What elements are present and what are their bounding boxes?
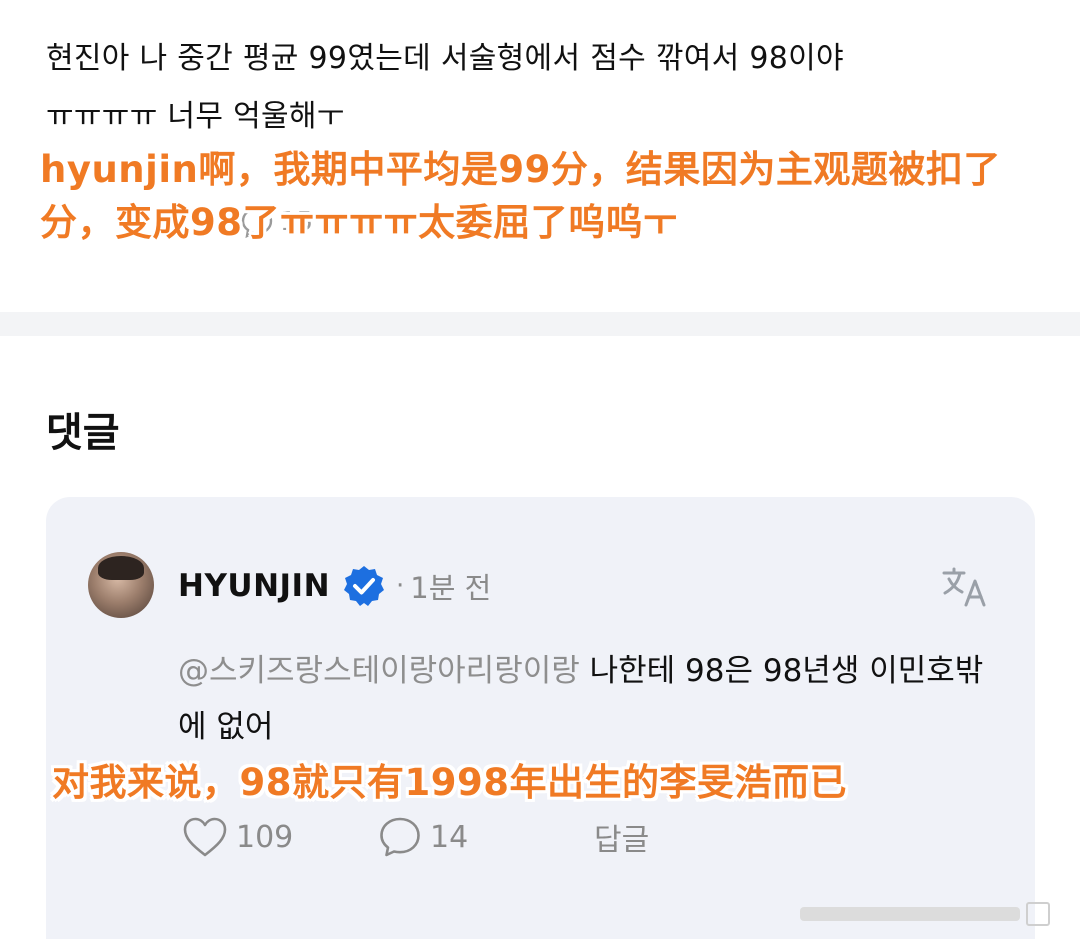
verified-badge-icon xyxy=(344,566,385,606)
watermark-bar xyxy=(800,907,1020,921)
comment-author-row: HYUNJIN · 1분 전 xyxy=(178,562,491,610)
watermark xyxy=(800,900,1050,928)
reply-label: 답글 xyxy=(594,823,650,858)
author-name[interactable]: HYUNJIN xyxy=(178,568,330,604)
heart-icon xyxy=(183,817,227,857)
meta-separator: · xyxy=(396,571,405,601)
comment-time: 1분 전 xyxy=(410,571,492,605)
post-text-line-2: ㅠㅠㅠㅠ 너무 억울해ㅜ xyxy=(46,99,345,134)
post-text-line-1: 현진아 나 중간 평균 99였는데 서술형에서 점수 깎여서 98이야 xyxy=(46,41,844,76)
watermark-box xyxy=(1026,902,1050,926)
comment-actions: 109 14 답글 xyxy=(182,812,649,862)
like-button[interactable]: 109 xyxy=(182,816,378,858)
like-count: 109 xyxy=(236,819,294,855)
section-divider xyxy=(0,312,1080,336)
comment-body: @스키즈랑스테이랑아리랑이랑 나한테 98은 98년생 이민호밖에 없어 xyxy=(178,643,998,755)
reply-count-button[interactable]: 14 xyxy=(378,815,586,859)
speech-bubble-icon xyxy=(380,817,420,857)
caption-translation-top: hyunjin啊，我期中平均是99分，结果因为主观题被扣了分，变成98了ㅠㅠㅠㅠ… xyxy=(40,148,1001,244)
comment-mention[interactable]: @스키즈랑스테이랑아리랑이랑 xyxy=(178,653,580,689)
reply-button[interactable]: 답글 xyxy=(586,815,649,859)
post-text: 현진아 나 중간 평균 99였는데 서술형에서 점수 깎여서 98이야 ㅠㅠㅠㅠ… xyxy=(46,30,1046,146)
translate-icon[interactable] xyxy=(940,565,988,609)
reply-count: 14 xyxy=(430,819,469,855)
comments-heading: 댓글 xyxy=(46,410,120,456)
caption-translation-bottom: 对我来说，98就只有1998年出生的李旻浩而已 xyxy=(52,761,847,804)
avatar[interactable] xyxy=(88,552,154,618)
